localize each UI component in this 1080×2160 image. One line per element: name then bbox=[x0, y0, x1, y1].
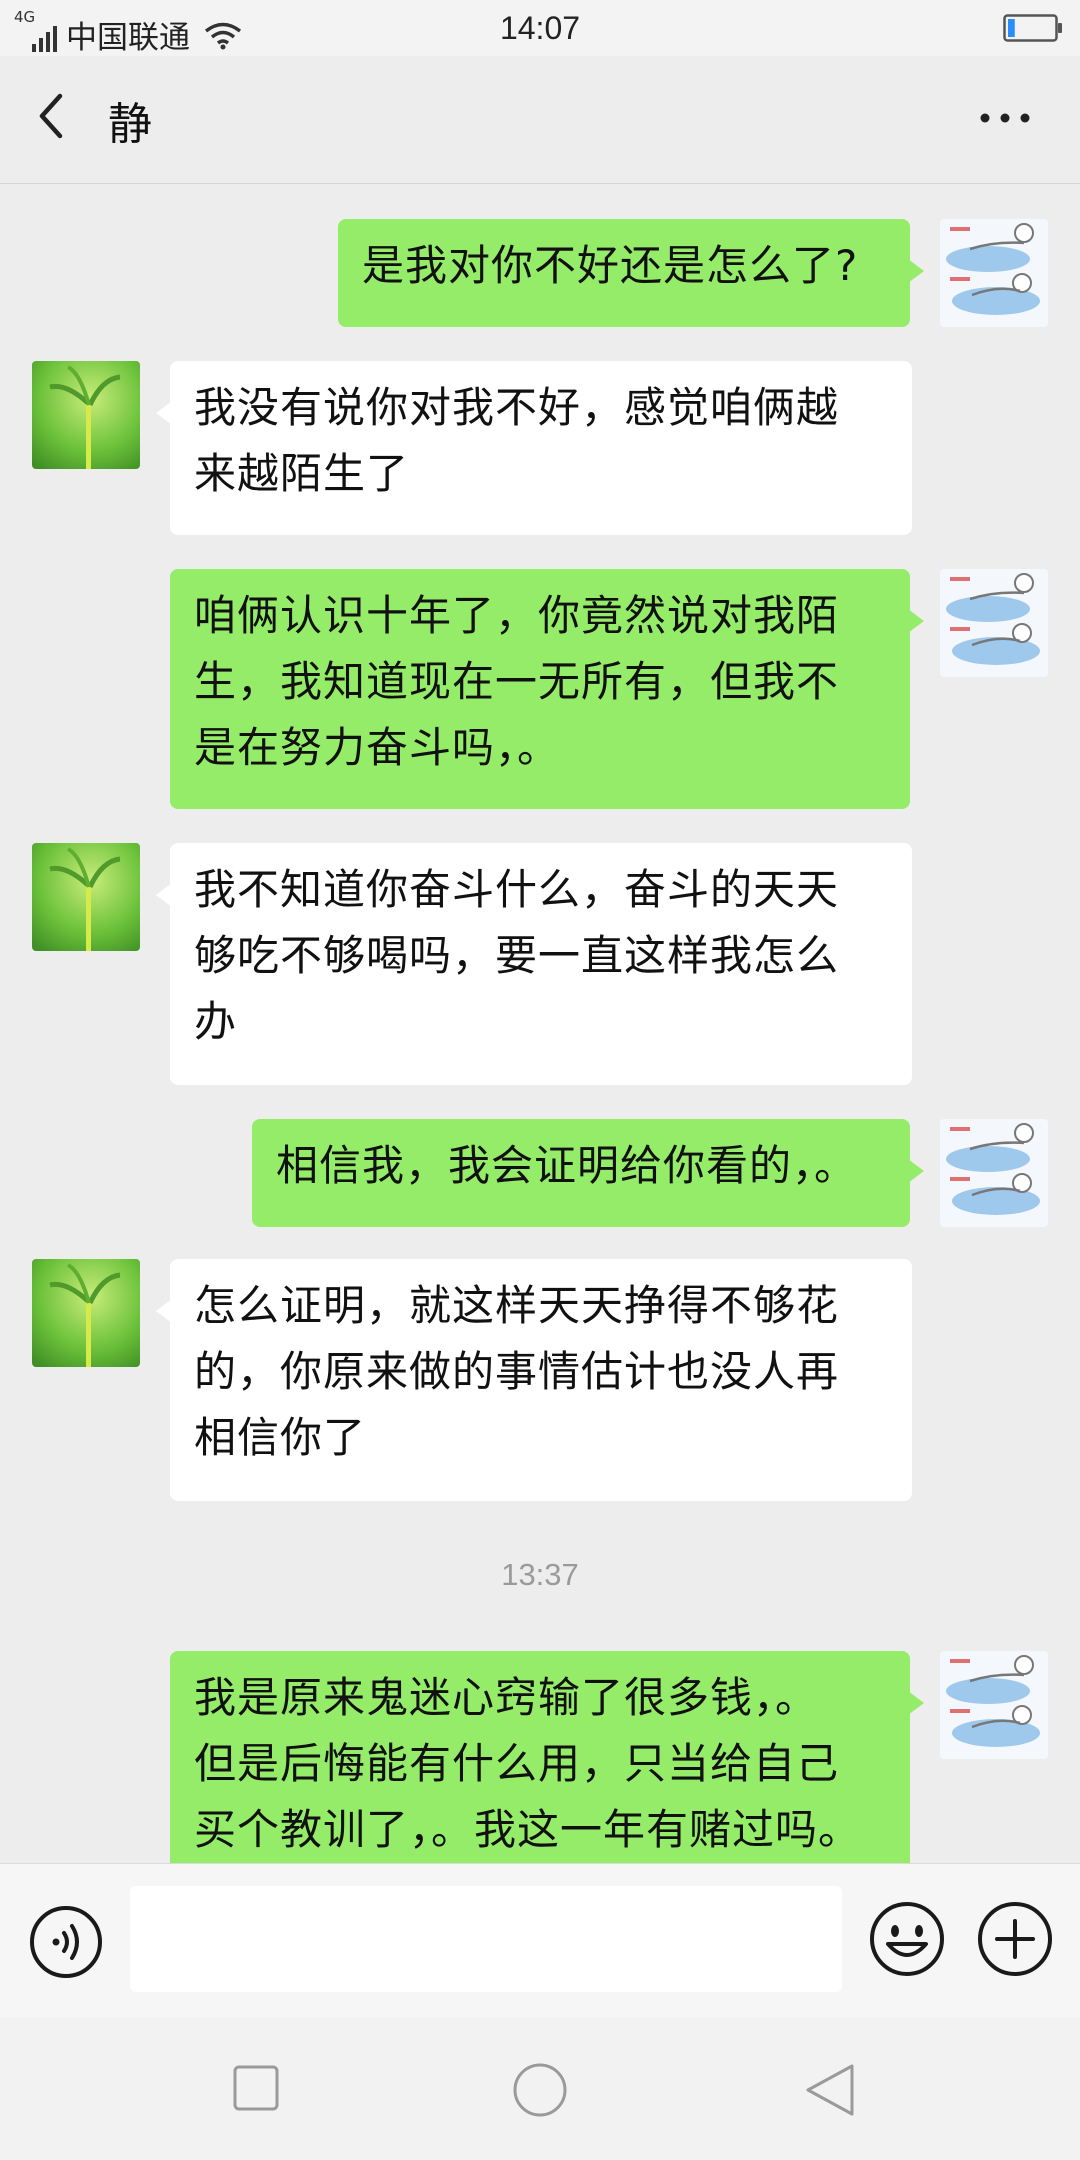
avatar-self[interactable] bbox=[940, 1651, 1048, 1759]
message-line: 生，我知道现在一无所有，但我不 bbox=[194, 657, 840, 706]
clock: 14:07 bbox=[499, 10, 581, 46]
chat-title: 静 bbox=[108, 99, 152, 150]
nav-back-icon[interactable] bbox=[802, 2062, 858, 2118]
message-line: 我没有说你对我不好，感觉咱俩越 bbox=[194, 383, 840, 432]
battery-icon bbox=[1003, 14, 1062, 42]
message-line: 我不知道你奋斗什么，奋斗的天天 bbox=[194, 865, 840, 914]
more-dots-icon[interactable] bbox=[970, 96, 1040, 140]
self-avatar-image bbox=[940, 1651, 1048, 1759]
message-line: 相信我，我会证明给你看的，。 bbox=[276, 1141, 858, 1190]
message-bubble-sent[interactable]: 我是原来鬼迷心窍输了很多钱，。 但是后悔能有什么用，只当给自己 买个教训了，。我… bbox=[170, 1651, 924, 1863]
recent-apps-icon[interactable] bbox=[232, 2064, 280, 2112]
status-bar: 4G 中国联通 14:07 bbox=[0, 0, 1080, 56]
system-navigation-bar bbox=[0, 2018, 1080, 2160]
message-bubble-sent[interactable]: 是我对你不好还是怎么了? bbox=[338, 219, 924, 327]
message-bubble-received[interactable]: 我不知道你奋斗什么，奋斗的天天 够吃不够喝吗，要一直这样我怎么 办 bbox=[156, 843, 912, 1085]
message-list[interactable]: 是我对你不好还是怎么了? 我没有说你对我不好，感觉咱俩越 来越陌生了 咱俩认识十… bbox=[0, 185, 1080, 1863]
avatar-self[interactable] bbox=[940, 219, 1048, 327]
message-bubble-received[interactable]: 怎么证明，就这样天天挣得不够花 的，你原来做的事情估计也没人再 相信你了 bbox=[156, 1259, 912, 1501]
self-avatar-image bbox=[940, 219, 1048, 327]
message-bubble-sent[interactable]: 咱俩认识十年了，你竟然说对我陌 生，我知道现在一无所有，但我不 是在努力奋斗吗，… bbox=[170, 569, 924, 809]
home-icon[interactable] bbox=[512, 2062, 568, 2118]
message-line: 来越陌生了 bbox=[194, 449, 410, 498]
chevron-left-icon[interactable] bbox=[30, 86, 90, 146]
message-timestamp: 13:37 bbox=[501, 1557, 579, 1592]
chat-header: 静 bbox=[0, 56, 1080, 184]
message-line: 买个教训了，。我这一年有赌过吗。 bbox=[194, 1805, 862, 1854]
message-line: 我是原来鬼迷心窍输了很多钱，。 bbox=[194, 1673, 819, 1722]
avatar-contact[interactable] bbox=[32, 361, 140, 469]
message-line: 但是后悔能有什么用，只当给自己 bbox=[194, 1739, 840, 1788]
voice-icon[interactable] bbox=[28, 1904, 104, 1980]
contact-avatar-image bbox=[32, 361, 140, 469]
avatar-contact[interactable] bbox=[32, 843, 140, 951]
message-line: 相信你了 bbox=[194, 1413, 367, 1462]
message-line: 的，你原来做的事情估计也没人再 bbox=[194, 1347, 840, 1396]
self-avatar-image bbox=[940, 569, 1048, 677]
input-bar bbox=[0, 1863, 1080, 2018]
emoji-icon[interactable] bbox=[868, 1900, 946, 1978]
message-line: 是我对你不好还是怎么了? bbox=[362, 241, 859, 290]
self-avatar-image bbox=[940, 1119, 1048, 1227]
avatar-self[interactable] bbox=[940, 1119, 1048, 1227]
message-input[interactable] bbox=[130, 1886, 842, 1992]
avatar-contact[interactable] bbox=[32, 1259, 140, 1367]
message-line: 怎么证明，就这样天天挣得不够花 bbox=[194, 1281, 840, 1330]
message-line: 咱俩认识十年了，你竟然说对我陌 bbox=[194, 591, 840, 640]
plus-icon[interactable] bbox=[976, 1900, 1054, 1978]
message-line: 办 bbox=[194, 997, 238, 1046]
avatar-self[interactable] bbox=[940, 569, 1048, 677]
message-line: 够吃不够喝吗，要一直这样我怎么 bbox=[194, 931, 840, 980]
contact-avatar-image bbox=[32, 1259, 140, 1367]
contact-avatar-image bbox=[32, 843, 140, 951]
message-bubble-received[interactable]: 我没有说你对我不好，感觉咱俩越 来越陌生了 bbox=[156, 361, 912, 535]
message-line: 是在努力奋斗吗，。 bbox=[194, 723, 561, 772]
message-bubble-sent[interactable]: 相信我，我会证明给你看的，。 bbox=[252, 1119, 924, 1227]
